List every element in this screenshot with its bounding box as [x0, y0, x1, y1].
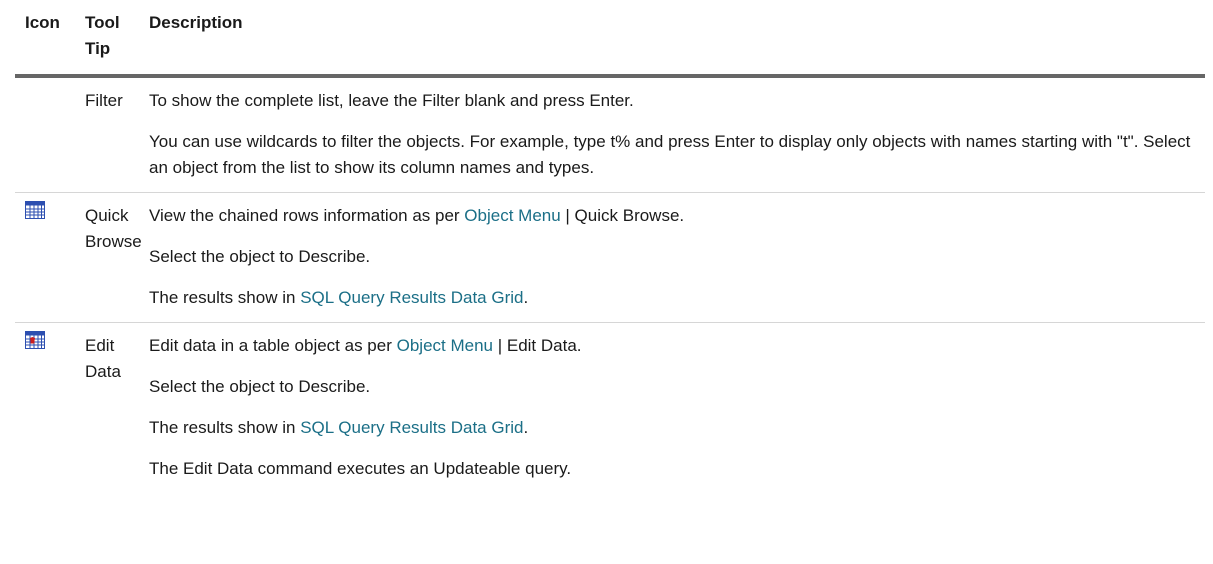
table-body: Filter To show the complete list, leave …: [15, 76, 1205, 493]
icon-cell: [15, 323, 81, 494]
description-paragraph: Select the object to Describe.: [149, 247, 371, 266]
icon-column-header: Icon: [15, 0, 81, 78]
description-column-header: Description: [145, 0, 1205, 78]
tooltip-cell: Quick Browse: [81, 192, 145, 323]
header-row: Icon Tool Tip Description: [15, 0, 1205, 78]
table-row-edit-data: Edit Data Edit data in a table object as…: [15, 323, 1205, 494]
table-row-quick-browse: Quick Browse View the chained rows infor…: [15, 192, 1205, 323]
description-paragraph: The Edit Data command executes an Update…: [149, 459, 572, 478]
icon-cell-empty: [15, 76, 81, 193]
description-paragraph: View the chained rows information as per…: [149, 199, 1201, 240]
sql-query-results-data-grid-link[interactable]: SQL Query Results Data Grid: [300, 288, 523, 307]
sql-query-results-data-grid-link[interactable]: SQL Query Results Data Grid: [300, 418, 523, 437]
paragraph-text: | Quick Browse.: [560, 206, 685, 225]
paragraph-text: .: [523, 418, 529, 437]
description-paragraph: Select the object to Describe.: [149, 377, 371, 396]
description-paragraph: Edit data in a table object as per Objec…: [149, 329, 1201, 370]
paragraph-text: | Edit Data.: [493, 336, 582, 355]
description-paragraph: You can use wildcards to filter the obje…: [149, 132, 1191, 177]
table-row-filter: Filter To show the complete list, leave …: [15, 76, 1205, 193]
paragraph-text: The results show in: [149, 288, 301, 307]
table-header: Icon Tool Tip Description: [15, 0, 1205, 78]
icon-cell: [15, 192, 81, 323]
description-cell: Edit data in a table object as per Objec…: [145, 323, 1205, 494]
paragraph-text: .: [523, 288, 529, 307]
description-paragraph: To show the complete list, leave the Fil…: [149, 91, 634, 110]
tooltip-cell: Filter: [81, 76, 145, 193]
paragraph-text: View the chained rows information as per: [149, 206, 465, 225]
grid-table-icon: [25, 201, 45, 219]
paragraph-text: Edit data in a table object as per: [149, 336, 397, 355]
description-paragraph: The results show in SQL Query Results Da…: [149, 411, 1201, 452]
description-cell: To show the complete list, leave the Fil…: [145, 76, 1205, 193]
tooltip-column-header: Tool Tip: [81, 0, 145, 78]
edit-grid-icon: [25, 331, 45, 349]
object-menu-link[interactable]: Object Menu: [397, 336, 493, 355]
tooltip-cell: Edit Data: [85, 336, 121, 381]
description-paragraph: The results show in SQL Query Results Da…: [149, 281, 1201, 322]
description-cell: View the chained rows information as per…: [145, 192, 1205, 323]
toolbar-reference-table: Icon Tool Tip Description Filter To show…: [15, 0, 1205, 493]
paragraph-text: The results show in: [149, 418, 301, 437]
object-menu-link[interactable]: Object Menu: [464, 206, 560, 225]
